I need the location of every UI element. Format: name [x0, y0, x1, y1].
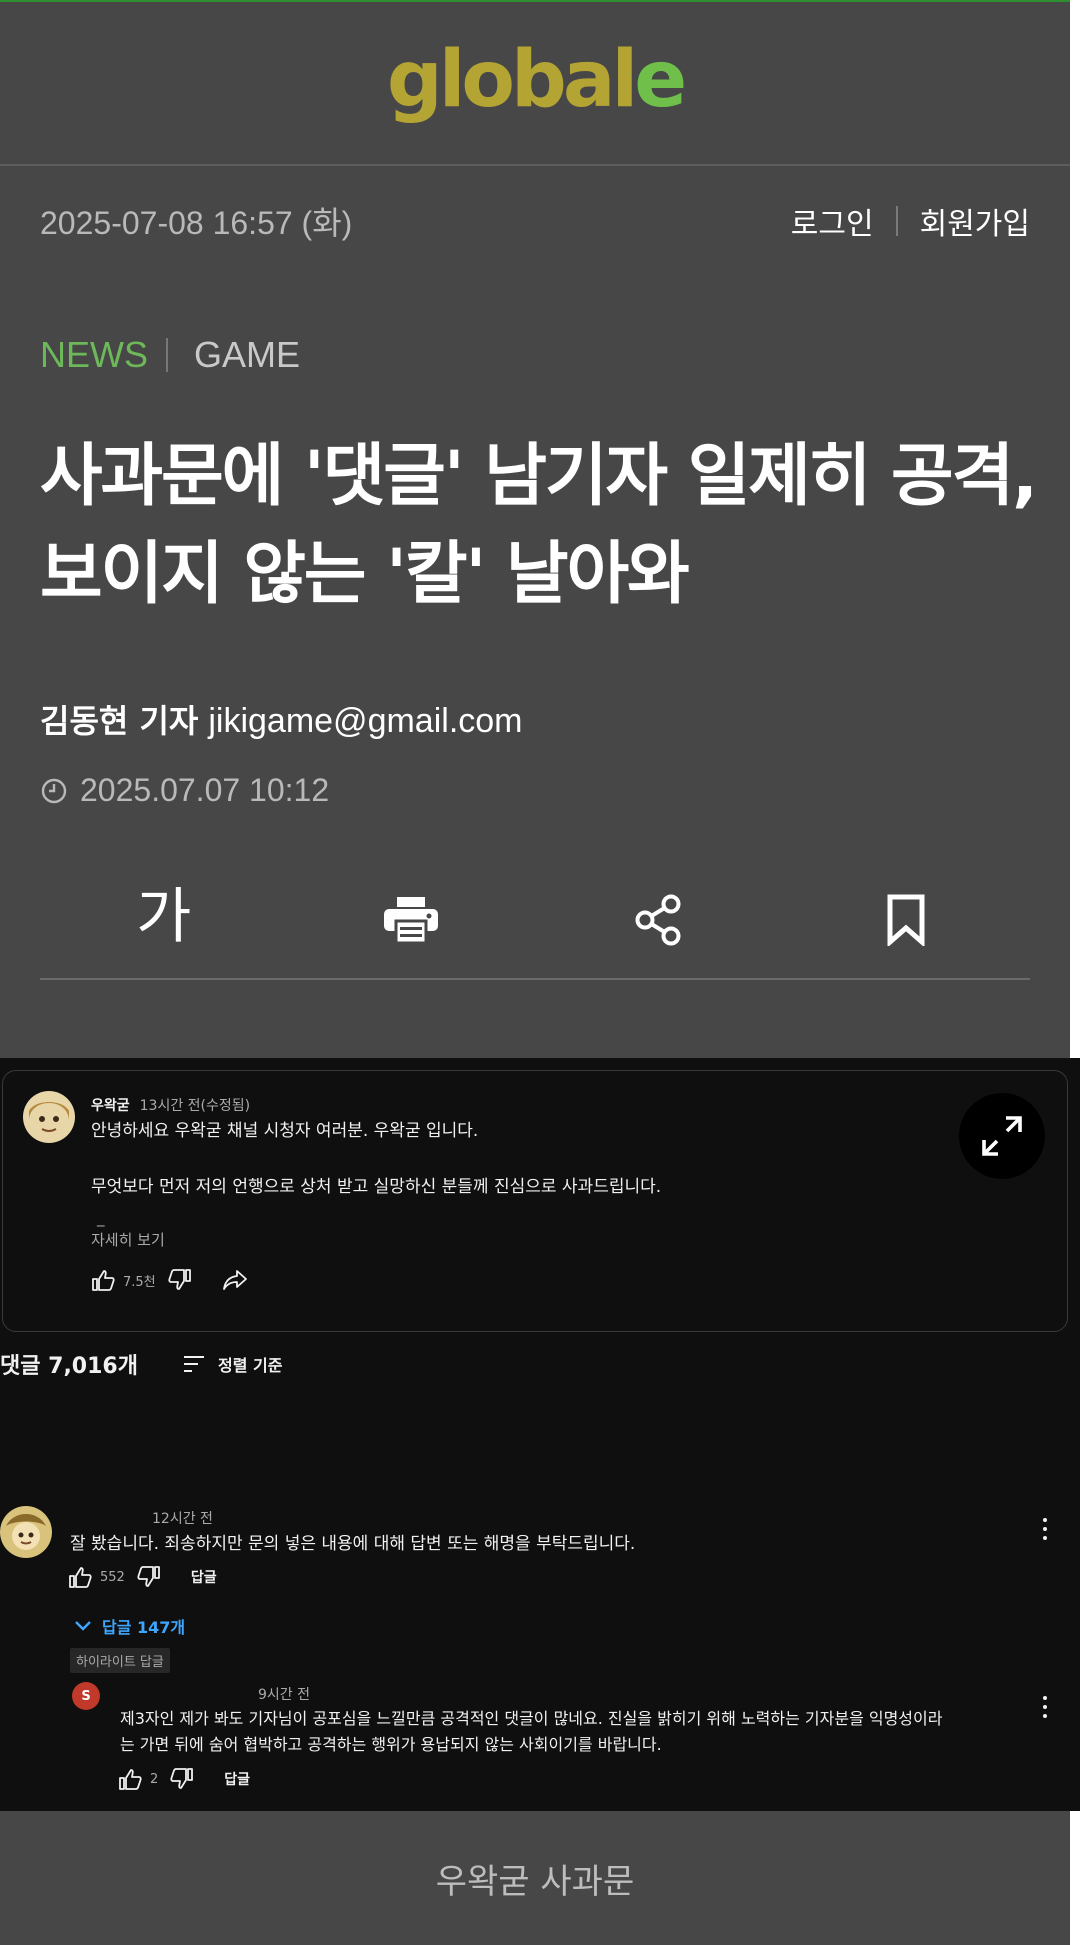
comment-count: 댓글 7,016개: [0, 1354, 138, 1379]
print-icon: [384, 897, 439, 943]
article-toolbar: 가: [40, 862, 1030, 980]
thumbs-down-icon: [168, 1269, 191, 1290]
sort-label: 정렬 기준: [217, 1356, 283, 1375]
breadcrumb: NEWS GAME: [40, 334, 300, 376]
pinned-comment: 우왁굳 13시간 전(수정됨) 안녕하세요 우왁굳 채널 시청자 여러분. 우왁굳…: [2, 1070, 1068, 1332]
fullscreen-button[interactable]: [959, 1093, 1045, 1179]
divider: [166, 338, 168, 372]
comment-actions: 552 답글: [68, 1566, 217, 1588]
like-button[interactable]: [91, 1269, 115, 1291]
comments-header: 댓글 7,016개 정렬 기준: [0, 1348, 282, 1380]
article-title: 사과문에 '댓글' 남기자 일제히 공격, 보이지 않는 '칼' 날아와: [40, 437, 1038, 614]
comment-text-line: 는 가면 뒤에 숨어 협박하고 공격하는 행위가 용납되지 않는 사회이기를 바…: [120, 1735, 662, 1754]
share-arrow-icon: [222, 1270, 247, 1290]
share-button[interactable]: [535, 862, 783, 978]
font-size-label: 가: [136, 881, 192, 952]
reply-button[interactable]: 답글: [224, 1769, 250, 1789]
like-count: 2: [150, 1771, 159, 1787]
replies-toggle[interactable]: 답글 147개: [74, 1614, 185, 1638]
logo-text: global: [386, 35, 638, 125]
print-button[interactable]: [288, 862, 536, 978]
share-comment-button[interactable]: [222, 1269, 248, 1291]
divider: [895, 206, 898, 236]
sort-icon: [183, 1356, 204, 1372]
thumbs-down-icon: [137, 1566, 160, 1587]
more-options-icon[interactable]: [1040, 1516, 1050, 1542]
read-more-link[interactable]: 자세히 보기: [91, 1229, 165, 1250]
author-name: 우왁굳: [91, 1098, 130, 1114]
logo-text-accent: e: [634, 35, 687, 125]
byline: 김동현 기자 jikigame@gmail.com: [40, 696, 523, 742]
author-name: 김동현 기자: [40, 702, 199, 740]
author-email[interactable]: jikigame@gmail.com: [208, 702, 522, 740]
thumbs-up-icon: [69, 1567, 92, 1588]
category-news[interactable]: NEWS: [40, 334, 148, 376]
replies-count: 답글 147개: [102, 1618, 186, 1637]
comment-time: 9시간 전: [258, 1687, 310, 1703]
like-button[interactable]: [68, 1566, 92, 1588]
current-date: 2025-07-08 16:57 (화): [40, 205, 353, 241]
bookmark-button[interactable]: [783, 862, 1031, 978]
top-info-bar: 2025-07-08 16:57 (화) 로그인 회원가입: [40, 198, 1030, 244]
publish-date: 2025.07.07 10:12: [40, 772, 329, 809]
share-icon: [635, 894, 681, 946]
dislike-button[interactable]: [137, 1566, 161, 1588]
thumbs-down-icon: [170, 1768, 194, 1789]
logo-bar: globale: [0, 2, 1070, 166]
comment-text-line: 무엇보다 먼저 저의 언행으로 상처 받고 실망하신 분들께 진심으로 사과드립…: [91, 1177, 662, 1197]
sort-button[interactable]: 정렬 기준: [182, 1352, 282, 1376]
bookmark-icon: [887, 894, 925, 946]
like-count: 7.5천: [123, 1274, 156, 1290]
comment-text: 잘 봤습니다. 죄송하지만 문의 넣은 내용에 대해 답변 또는 해명을 부탁드…: [70, 1534, 636, 1554]
image-caption: 우왁굳 사과문: [0, 1811, 1070, 1945]
comment-actions: 2 답글: [118, 1768, 250, 1790]
avatar: [0, 1506, 52, 1558]
youtube-comments-screenshot: 우왁굳 13시간 전(수정됨) 안녕하세요 우왁굳 채널 시청자 여러분. 우왁굳…: [0, 1058, 1080, 1811]
publish-date-text: 2025.07.07 10:12: [80, 772, 330, 808]
site-logo[interactable]: globale: [387, 41, 687, 119]
dislike-button[interactable]: [170, 1768, 194, 1790]
comment-dash: _: [97, 1209, 105, 1227]
comment-text-line: 제3자인 제가 봐도 기자님이 공포심을 느낄만큼 공격적인 댓글이 많네요. …: [120, 1709, 943, 1728]
like-button[interactable]: [118, 1768, 142, 1790]
comment-time: 13시간 전(수정됨): [139, 1098, 251, 1114]
clock-icon: [41, 778, 67, 803]
chevron-down-icon: [75, 1621, 91, 1631]
comment-text-line: 안녕하세요 우왁굳 채널 시청자 여러분. 우왁굳 입니다.: [91, 1121, 479, 1141]
highlight-badge: 하이라이트 답글: [70, 1648, 170, 1673]
reply-button[interactable]: 답글: [191, 1567, 217, 1587]
like-count: 552: [100, 1569, 125, 1585]
auth-links: 로그인 회원가입: [791, 199, 1030, 243]
comment-author[interactable]: 우왁굳 13시간 전(수정됨): [91, 1095, 250, 1115]
expand-icon: [982, 1116, 1022, 1156]
comment-time: 12시간 전: [152, 1511, 213, 1527]
comment-actions: 7.5천: [91, 1269, 248, 1291]
signup-link[interactable]: 회원가입: [920, 199, 1030, 243]
avatar: [23, 1091, 75, 1143]
thumbs-up-icon: [92, 1270, 115, 1291]
thumbs-up-icon: [119, 1769, 142, 1790]
dislike-button[interactable]: [168, 1269, 192, 1291]
avatar: S: [72, 1682, 100, 1710]
font-size-button[interactable]: 가: [40, 862, 288, 978]
login-link[interactable]: 로그인: [791, 199, 874, 243]
more-options-icon[interactable]: [1040, 1694, 1050, 1720]
article-header: globale 2025-07-08 16:57 (화) 로그인 회원가입 NE…: [0, 0, 1070, 1058]
category-game[interactable]: GAME: [194, 334, 300, 376]
